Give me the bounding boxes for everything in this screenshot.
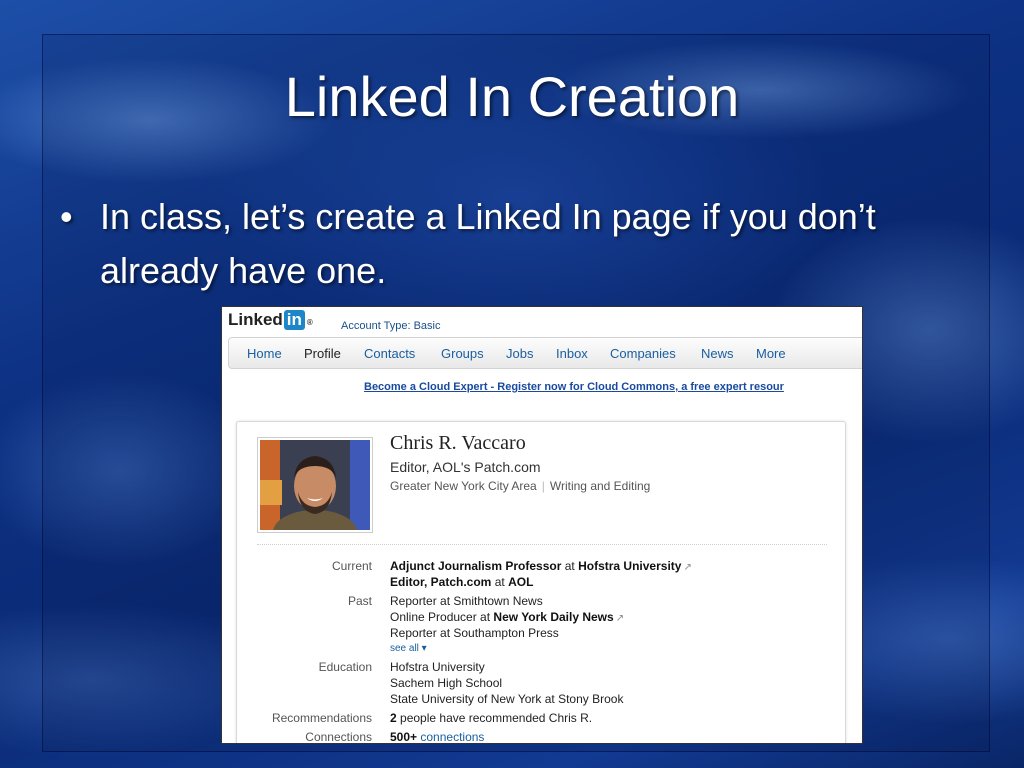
current-1-at: at (564, 559, 575, 573)
current-2-title[interactable]: Editor, Patch.com (390, 575, 491, 589)
nav-contacts[interactable]: Contacts (364, 346, 415, 361)
nav-news[interactable]: News (701, 346, 734, 361)
nav-jobs[interactable]: Jobs (506, 346, 533, 361)
bullet-dot: • (60, 196, 73, 237)
profile-headline: Editor, AOL's Patch.com (390, 459, 541, 475)
recommendations-value: 2 people have recommended Chris R. (390, 711, 592, 725)
promo-link[interactable]: Become a Cloud Expert - Register now for… (364, 381, 784, 393)
bullet-text: In class, let’s create a Linked In page … (100, 196, 876, 291)
current-label: Current (331, 559, 372, 573)
meta-separator: | (541, 479, 545, 493)
profile-location[interactable]: Greater New York City Area (390, 479, 537, 493)
account-type-link[interactable]: Account Type: Basic (341, 320, 440, 332)
logo-text: Linked (228, 310, 283, 329)
avatar-image (260, 440, 370, 530)
connections-label: Connections (305, 730, 372, 743)
recommendations-count: 2 (390, 711, 397, 725)
current-position-1: Adjunct Journalism Professor at Hofstra … (390, 559, 692, 573)
past-position-3[interactable]: Reporter at Southampton Press (390, 626, 559, 640)
connections-count: 500+ (390, 730, 418, 743)
past-2-org[interactable]: New York Daily News (493, 610, 613, 624)
section-divider (257, 544, 827, 545)
see-all-link[interactable]: see all ▾ (390, 643, 427, 654)
profile-card: Chris R. Vaccaro Editor, AOL's Patch.com… (236, 421, 846, 743)
nav-profile[interactable]: Profile (304, 346, 341, 361)
past-position-1[interactable]: Reporter at Smithtown News (390, 594, 543, 608)
current-position-2: Editor, Patch.com at AOL (390, 575, 533, 589)
external-link-icon[interactable]: ↗ (683, 562, 691, 573)
main-nav: Home Profile Contacts Groups Jobs Inbox … (228, 337, 862, 369)
past-position-2: Online Producer at New York Daily News ↗ (390, 610, 624, 624)
logo-in-badge: in (283, 310, 305, 330)
nav-more[interactable]: More (756, 346, 786, 361)
current-2-org[interactable]: AOL (508, 575, 533, 589)
profile-name: Chris R. Vaccaro (390, 432, 526, 454)
nav-home[interactable]: Home (247, 346, 282, 361)
current-1-title[interactable]: Adjunct Journalism Professor (390, 559, 561, 573)
education-item[interactable]: State University of New York at Stony Br… (390, 692, 623, 706)
profile-meta: Greater New York City Area | Writing and E… (390, 479, 650, 493)
external-link-icon[interactable]: ↗ (616, 613, 624, 624)
recommendations-text: people have recommended Chris R. (400, 711, 593, 725)
past-2-title[interactable]: Online Producer at (390, 610, 490, 624)
current-1-org[interactable]: Hofstra University (578, 559, 681, 573)
education-item[interactable]: Hofstra University (390, 660, 485, 674)
current-2-at: at (494, 575, 505, 589)
logo-registered-mark: ® (306, 318, 313, 327)
education-item[interactable]: Sachem High School (390, 676, 502, 690)
linkedin-screenshot: Linked in ® Account Type: Basic Home Profi… (222, 307, 862, 743)
profile-industry[interactable]: Writing and Editing (550, 479, 651, 493)
nav-groups[interactable]: Groups (441, 346, 484, 361)
education-label: Education (318, 660, 372, 674)
past-label: Past (347, 594, 372, 608)
recommendations-label: Recommendations (271, 711, 372, 725)
connections-text: connections (420, 730, 485, 743)
linkedin-logo[interactable]: Linked in ® (228, 310, 313, 330)
slide-title: Linked In Creation (284, 65, 740, 128)
connections-link[interactable]: 500+ connections (390, 730, 484, 743)
nav-inbox[interactable]: Inbox (556, 346, 588, 361)
profile-photo[interactable] (257, 437, 373, 533)
nav-companies[interactable]: Companies (610, 346, 676, 361)
